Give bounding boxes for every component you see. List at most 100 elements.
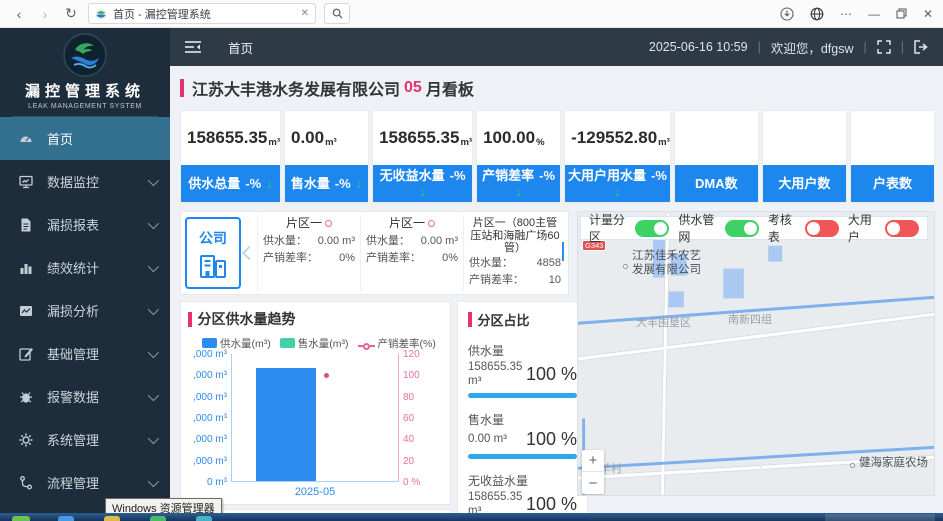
zone-card[interactable]: 片区一 供水量：0.00 m³ 产销差率：0% (360, 215, 463, 291)
kpi-delta: -% (450, 168, 466, 184)
sidebar-item-performance-stats[interactable]: 绩效统计 (0, 246, 170, 289)
sidebar-item-basic-mgmt[interactable]: 基础管理 (0, 332, 170, 375)
arrow-down-icon: ↓ (356, 176, 363, 192)
sidebar-item-home[interactable]: 首页 (0, 117, 170, 160)
sidebar-item-system-mgmt[interactable]: 系统管理 (0, 418, 170, 461)
title-suffix: 月看板 (426, 76, 474, 100)
zone-card[interactable]: 片区一 供水量：0.00 m³ 产销差率：0% (257, 215, 360, 291)
taskbar-app-icon[interactable] (58, 516, 74, 521)
map-label-company: 江苏佳禾农艺发展有限公司 (632, 250, 701, 278)
browser-back-icon[interactable]: ‹ (10, 6, 28, 22)
kpi-card-large-user-usage[interactable]: -129552.80m³ 大用户用水量-%↓ (564, 110, 671, 203)
tab-close-icon[interactable]: ✕ (301, 8, 309, 19)
ratio-progress-bar (468, 454, 577, 459)
toggle-label-supply-network: 供水管网 (678, 211, 715, 245)
chevron-down-icon (148, 303, 159, 314)
chart-plot-area (231, 354, 399, 482)
tab-title: 首页 - 漏控管理系统 (113, 6, 295, 22)
kpi-label: 户表数 (873, 176, 912, 192)
y-axis-tick-right: 60 (403, 413, 447, 424)
report-icon (18, 217, 34, 233)
favicon (95, 8, 107, 20)
title-accent-bar (188, 312, 192, 327)
ratio-label: 售水量 (468, 411, 577, 428)
fullscreen-icon[interactable] (877, 40, 891, 54)
map-zoom-out-button[interactable]: − (582, 472, 604, 494)
kpi-unit: m³ (658, 137, 670, 148)
supply-value: 0.00 m³ (421, 233, 458, 250)
windows-taskbar[interactable] (0, 513, 943, 521)
browser-tab[interactable]: 首页 - 漏控管理系统 ✕ (88, 3, 316, 24)
kpi-card-dma-count[interactable]: DMA数 (674, 110, 759, 203)
toggle-metering-zone[interactable] (635, 220, 669, 237)
browser-search-button[interactable] (324, 3, 350, 24)
company-card[interactable]: 公司 (185, 217, 241, 289)
nrw-value: 10 (549, 272, 561, 289)
browser-forward-icon[interactable]: › (36, 6, 54, 22)
map-poi-marker (623, 264, 628, 269)
chevron-down-icon (148, 432, 159, 443)
legend-item-sold[interactable]: 售水量(m³) (280, 336, 349, 351)
y-axis-tick-right: 120 (403, 349, 447, 360)
kpi-label: 大用户数 (778, 176, 830, 192)
browser-menu-icon[interactable]: ⋯ (840, 7, 852, 21)
dashboard-content: 江苏大丰港水务发展有限公司 05 月看板 158655.35m³ 供水总量-%↓… (170, 66, 943, 521)
chevron-down-icon (148, 174, 159, 185)
kpi-unit: m³ (268, 137, 280, 148)
window-minimize-icon[interactable]: — (868, 7, 880, 21)
nrw-label: 产销差率： (469, 272, 524, 289)
sidebar-item-leak-report[interactable]: 漏损报表 (0, 203, 170, 246)
logout-icon[interactable] (914, 40, 929, 54)
breadcrumb-home-tab[interactable]: 首页 (228, 38, 253, 57)
kpi-card-sold-water[interactable]: 0.00m³ 售水量-%↓ (284, 110, 369, 203)
kpi-card-non-revenue-water[interactable]: 158655.35m³ 无收益水量-%↓ (372, 110, 473, 203)
carousel-prev-button[interactable] (241, 215, 257, 291)
kpi-card-total-supply[interactable]: 158655.35m³ 供水总量-%↓ (180, 110, 281, 203)
map-zoom-in-button[interactable]: + (582, 450, 604, 472)
toggle-supply-network[interactable] (725, 220, 759, 237)
arrow-down-icon: ↓ (614, 184, 621, 200)
kpi-delta: -% (651, 168, 667, 184)
zone-card[interactable]: 片区一（800主管压站和海融广场60管） 供水量：4858 产销差率：10 (463, 215, 566, 291)
kpi-card-large-user-count[interactable]: 大用户数 (762, 110, 847, 203)
globe-icon[interactable] (810, 7, 824, 21)
chevron-down-icon (148, 260, 159, 271)
collapse-menu-icon[interactable] (184, 40, 202, 54)
ratio-label: 无收益水量 (468, 472, 577, 489)
bar-chart-icon (18, 260, 34, 276)
y-axis-tick-right: 0 % (403, 477, 447, 488)
sidebar-item-leak-analysis[interactable]: 漏损分析 (0, 289, 170, 332)
y-axis-tick: ,000 m³ (183, 456, 227, 467)
sidebar-item-label: 漏损分析 (47, 301, 99, 320)
building-icon (198, 251, 228, 279)
toggle-large-user[interactable] (885, 220, 919, 237)
kpi-card-meter-count[interactable]: 户表数 (850, 110, 935, 203)
supply-label: 供水量： (366, 233, 410, 250)
carousel-next-button[interactable] (562, 244, 564, 262)
taskbar-tray[interactable] (825, 514, 935, 521)
sidebar-item-label: 流程管理 (47, 473, 99, 492)
taskbar-app-icon[interactable] (150, 516, 166, 521)
sidebar-item-alarm-data[interactable]: 报警数据 (0, 375, 170, 418)
window-restore-icon[interactable] (896, 8, 907, 19)
y-axis-tick-right: 40 (403, 434, 447, 445)
taskbar-folder-icon[interactable] (104, 516, 120, 521)
kpi-delta: -% (335, 176, 351, 192)
y-axis-tick: ,000 m³ (183, 392, 227, 403)
nrw-label: 产销差率： (263, 250, 318, 267)
kpi-card-nrw-rate[interactable]: 100.00% 产销差率-%↓ (476, 110, 561, 203)
map-panel[interactable]: 计量分区 供水管网 考核表 大用户 G343 江苏佳禾农艺发展有限公司 (577, 211, 935, 496)
browser-reload-icon[interactable]: ↻ (62, 5, 80, 22)
app-subtitle: LEAK MANAGEMENT SYSTEM (0, 103, 170, 110)
toggle-assessment-meter[interactable] (805, 220, 839, 237)
kpi-label: 大用户用水量 (568, 168, 646, 184)
toggle-label-metering-zone: 计量分区 (589, 211, 626, 245)
window-close-icon[interactable]: ✕ (923, 7, 933, 21)
chevron-down-icon (148, 346, 159, 357)
sidebar-item-data-monitor[interactable]: 数据监控 (0, 160, 170, 203)
start-button[interactable] (12, 516, 30, 521)
arrow-down-icon: ↓ (266, 176, 273, 192)
download-icon[interactable] (780, 7, 794, 21)
taskbar-app-icon[interactable] (196, 516, 212, 521)
monitor-icon (18, 174, 34, 190)
